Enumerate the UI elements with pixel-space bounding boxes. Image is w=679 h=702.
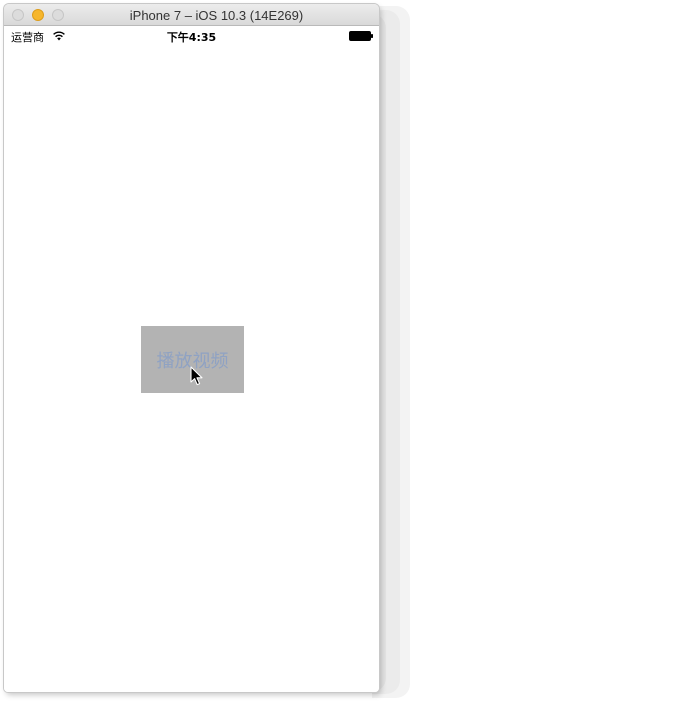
arrow-cursor-icon (190, 366, 203, 386)
status-time: 下午4:35 (166, 31, 217, 44)
simulator-window: iPhone 7 – iOS 10.3 (14E269) 运营商 下午4:35 … (4, 4, 379, 692)
zoom-window-button[interactable] (52, 9, 64, 21)
minimize-window-button[interactable] (32, 9, 44, 21)
close-window-button[interactable] (12, 9, 24, 21)
ios-status-bar: 运营商 下午4:35 (4, 26, 379, 46)
battery-icon (349, 31, 373, 41)
window-title: iPhone 7 – iOS 10.3 (14E269) (129, 8, 304, 23)
app-content: 播放视频 (4, 46, 379, 692)
title-bar[interactable]: iPhone 7 – iOS 10.3 (14E269) (4, 4, 379, 26)
